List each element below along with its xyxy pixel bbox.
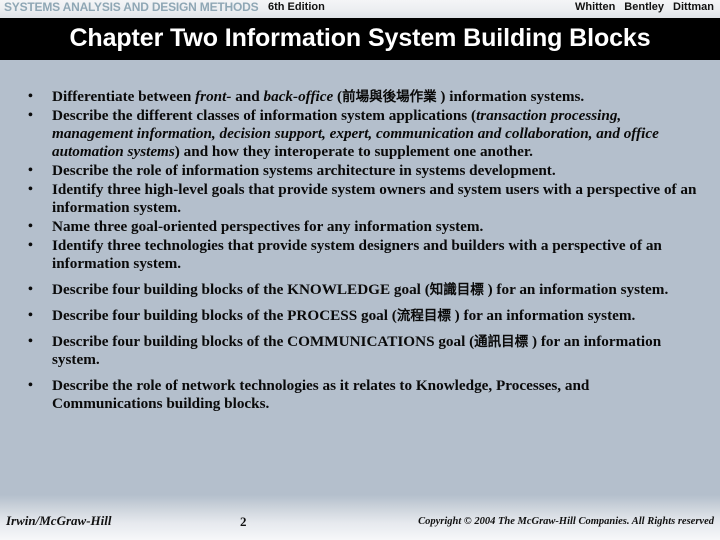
author-name-1: Whitten [574, 1, 616, 13]
cjk-gloss: 通訊目標 [474, 334, 529, 350]
bullet-text: Name three goal-oriented perspectives fo… [52, 218, 484, 235]
bullet-text: Describe the different classes of inform… [52, 107, 659, 160]
bullet-three-high-level-goals: • Identify three high-level goals that pr… [0, 181, 720, 217]
bullet-communications-goal: • Describe four building blocks of the CO… [0, 333, 720, 369]
cjk-gloss: 知識目標 [429, 282, 484, 298]
bullet-text: Differentiate between front- and back-of… [52, 88, 585, 105]
bullet-three-technologies: • Identify three technologies that provid… [0, 237, 720, 273]
book-edition: 6th Edition [268, 1, 325, 13]
slide-body: • Differentiate between front- and back-o… [0, 60, 720, 507]
cjk-gloss: 前場與後場作業 [342, 89, 437, 105]
bullet-marker-icon: • [28, 89, 33, 104]
bullet-marker-icon: • [28, 282, 33, 297]
bullet-text: Identify three technologies that provide… [52, 237, 662, 272]
slide-header-strip: SYSTEMS ANALYSIS AND DESIGN METHODS 6th … [0, 0, 720, 18]
bullet-front-back-office: • Differentiate between front- and back-o… [0, 88, 720, 106]
bullet-marker-icon: • [28, 334, 33, 349]
bullet-is-architecture-role: • Describe the role of information system… [0, 162, 720, 180]
cjk-gloss: 流程目標 [396, 308, 451, 324]
bullet-text: Describe four building blocks of the COM… [52, 333, 662, 368]
presentation-slide: SYSTEMS ANALYSIS AND DESIGN METHODS 6th … [0, 0, 720, 540]
bullet-marker-icon: • [28, 219, 33, 234]
chapter-banner: Chapter Two Information System Building … [0, 18, 720, 60]
bullet-marker-icon: • [28, 163, 33, 178]
bullet-network-technologies-role: • Describe the role of network technologi… [0, 377, 720, 413]
bullet-three-goal-oriented-perspectives: • Name three goal-oriented perspectives f… [0, 218, 720, 236]
bullet-knowledge-goal: • Describe four building blocks of the KN… [0, 281, 720, 299]
bullet-marker-icon: • [28, 182, 33, 197]
book-title: SYSTEMS ANALYSIS AND DESIGN METHODS [4, 0, 259, 14]
bullet-marker-icon: • [28, 308, 33, 323]
bullet-marker-icon: • [28, 378, 33, 393]
bullet-marker-icon: • [28, 108, 33, 123]
author-name-3: Dittman [673, 1, 714, 13]
bullet-text: Describe four building blocks of the KNO… [52, 281, 669, 298]
chapter-title: Chapter Two Information System Building … [69, 24, 651, 52]
objectives-bullet-list: • Differentiate between front- and back-o… [0, 88, 720, 414]
author-name-2: Bentley [624, 1, 665, 13]
slide-footer: Irwin/McGraw-Hill 2 Copyright © 2004 The… [0, 495, 720, 540]
book-authors: Whitten Bentley Dittman [575, 1, 714, 13]
bullet-text: Identify three high-level goals that pro… [52, 181, 697, 216]
bullet-classes-of-is-applications: • Describe the different classes of infor… [0, 107, 720, 161]
footer-page-number: 2 [240, 514, 247, 529]
footer-publisher: Irwin/McGraw-Hill [6, 513, 112, 528]
bullet-text: Describe the role of network technologie… [52, 377, 590, 412]
bullet-text: Describe four building blocks of the PRO… [52, 307, 636, 324]
footer-copyright: Copyright © 2004 The McGraw-Hill Compani… [418, 516, 714, 527]
bullet-text: Describe the role of information systems… [52, 162, 556, 179]
bullet-process-goal: • Describe four building blocks of the PR… [0, 307, 720, 325]
bullet-marker-icon: • [28, 238, 33, 253]
